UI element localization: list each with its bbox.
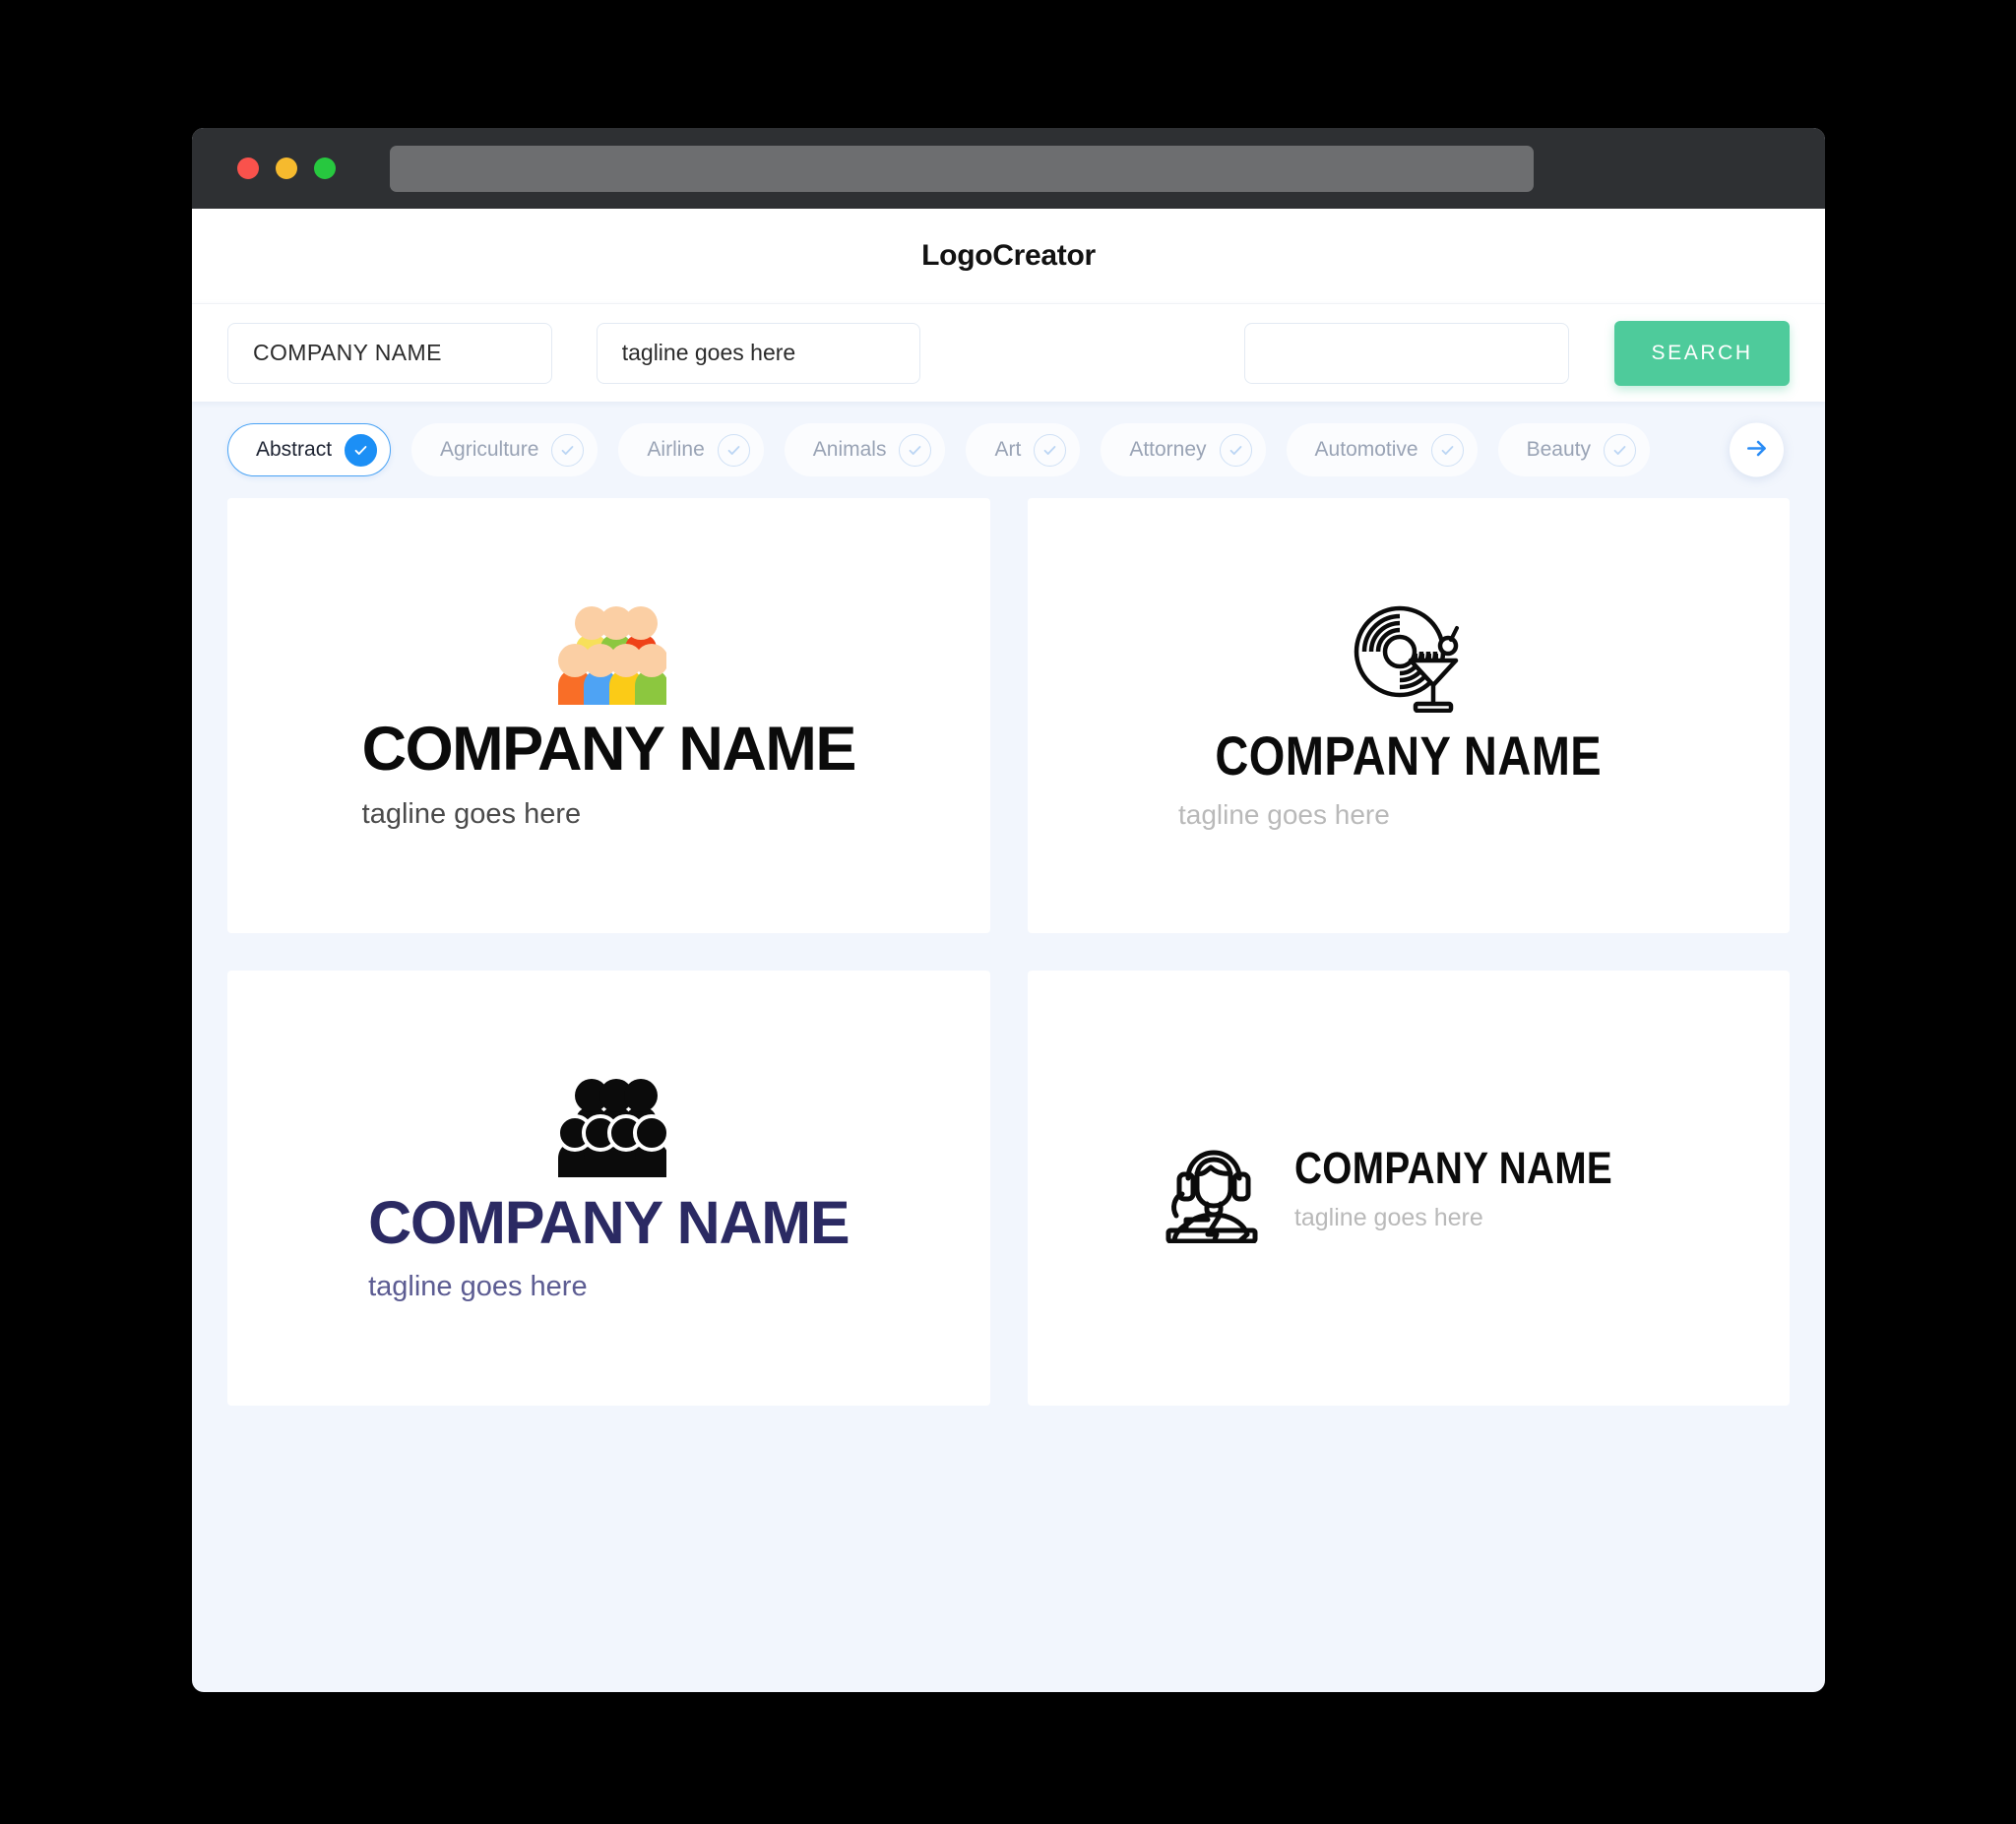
category-chip-label: Attorney [1129,438,1207,461]
search-button[interactable]: SEARCH [1614,320,1790,386]
category-chip-beauty[interactable]: Beauty [1497,423,1650,476]
traffic-lights [237,157,336,179]
category-chip-attorney[interactable]: Attorney [1101,423,1266,476]
logo-result-card[interactable]: COMPANY NAME tagline goes here [227,498,990,933]
check-icon [1430,433,1464,467]
dj-headphones-icon [1153,1133,1269,1243]
logo-result-card[interactable]: COMPANY NAME tagline goes here [1027,498,1790,933]
browser-window: LogoCreator COMPANY NAME tagline goes he… [192,128,1825,1692]
black-people-group-icon [550,1076,667,1177]
search-toolbar: COMPANY NAME tagline goes here SEARCH [192,303,1825,402]
maximize-window-button[interactable] [314,157,336,179]
category-chip-agriculture[interactable]: Agriculture [411,423,598,476]
check-icon [717,433,750,467]
logo-tagline: tagline goes here [1293,1204,1483,1231]
url-bar[interactable] [390,145,1534,192]
category-chip-label: Art [994,438,1022,461]
check-icon [345,433,378,467]
category-chip-label: Agriculture [440,438,539,461]
next-categories-button[interactable] [1730,422,1784,477]
keyword-input[interactable] [1244,322,1570,384]
company-name-input[interactable]: COMPANY NAME [227,322,552,384]
category-chip-animals[interactable]: Animals [784,423,946,476]
category-chip-label: Abstract [256,438,333,461]
check-icon [551,433,585,467]
category-chip-label: Airline [647,438,705,461]
category-chip-automotive[interactable]: Automotive [1286,423,1478,476]
logo-company-name: COMPANY NAME [1215,724,1603,786]
logo-result-card[interactable]: COMPANY NAME tagline goes here [227,971,990,1406]
page-title: LogoCreator [921,239,1096,272]
logo-result-card[interactable]: COMPANY NAME tagline goes here [1027,971,1790,1406]
logo-tagline: tagline goes here [368,1270,588,1302]
check-icon [899,433,932,467]
category-chip-label: Animals [812,438,887,461]
close-window-button[interactable] [237,157,259,179]
check-icon [1034,433,1067,467]
category-chip-art[interactable]: Art [966,423,1081,476]
check-icon [1219,433,1252,467]
browser-titlebar [192,128,1825,209]
arrow-right-icon [1744,436,1770,465]
logo-tagline: tagline goes here [1177,799,1390,830]
colorful-people-group-icon [550,603,667,705]
logo-results-grid: COMPANY NAME tagline goes here COMPANY N… [192,498,1825,1441]
app-header: LogoCreator [192,209,1825,303]
logo-company-name: COMPANY NAME [361,714,857,784]
category-chip-label: Beauty [1526,438,1591,461]
category-chip-airline[interactable]: Airline [618,423,764,476]
logo-company-name: COMPANY NAME [1293,1143,1612,1193]
category-chip-abstract[interactable]: Abstract [227,423,392,476]
logo-company-name: COMPANY NAME [368,1188,850,1256]
logo-tagline: tagline goes here [361,797,582,830]
minimize-window-button[interactable] [276,157,297,179]
tagline-input[interactable]: tagline goes here [596,322,921,384]
category-chip-label: Automotive [1314,438,1418,461]
vinyl-record-cocktail-icon [1349,602,1469,713]
category-filter-bar: Abstract Agriculture Airline Animals Art [192,402,1825,498]
check-icon [1604,433,1636,467]
